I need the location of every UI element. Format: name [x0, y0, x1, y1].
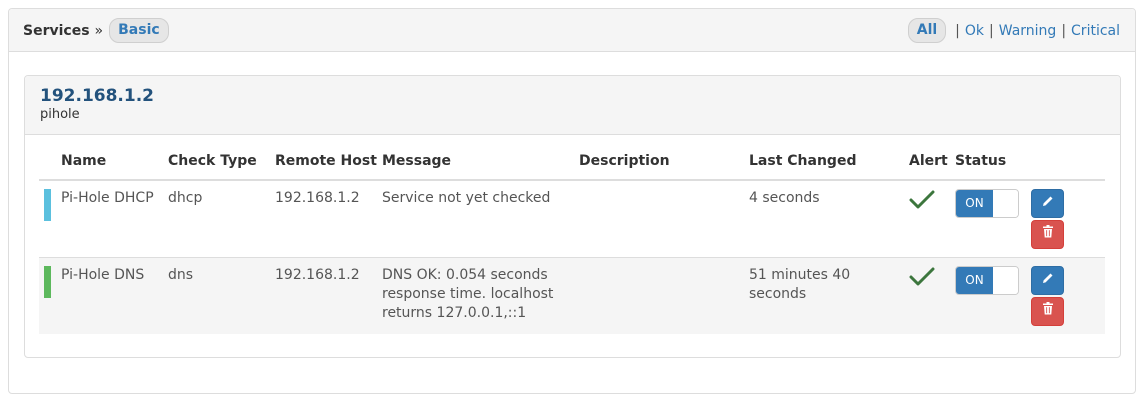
status-cell: ON: [955, 179, 1029, 258]
page-title: Services: [23, 22, 90, 39]
breadcrumb-separator: »: [94, 22, 104, 39]
col-status-bar: [39, 147, 61, 181]
filter-ok-link[interactable]: Ok: [965, 23, 984, 39]
pencil-icon: [1042, 194, 1054, 213]
toggle-off-area: [993, 267, 1018, 294]
status-bar-cell: [39, 257, 61, 334]
col-status[interactable]: Status: [955, 147, 1029, 181]
filter-critical-link[interactable]: Critical: [1071, 23, 1120, 39]
view-basic-pill[interactable]: Basic: [109, 18, 169, 43]
status-bar-ok: [44, 266, 51, 298]
host-header: 192.168.1.2 pihole: [25, 76, 1120, 135]
filter-separator: |: [1061, 22, 1067, 39]
delete-button[interactable]: [1031, 220, 1064, 249]
status-toggle[interactable]: ON: [955, 266, 1019, 295]
service-name: Pi-Hole DNS: [61, 257, 168, 334]
col-remote-host[interactable]: Remote Host: [275, 147, 382, 181]
services-panel: Services » Basic All | Ok | Warning | Cr…: [8, 8, 1136, 394]
table-row: Pi-Hole DHCP dhcp 192.168.1.2 Service no…: [39, 179, 1105, 258]
table-header-row: Name Check Type Remote Host Message Desc…: [39, 147, 1105, 181]
toggle-on-label: ON: [956, 267, 993, 294]
status-bar-info: [44, 189, 51, 221]
alert-cell: [909, 257, 955, 334]
check-icon: [909, 266, 935, 288]
toggle-on-label: ON: [956, 190, 993, 217]
description: [579, 257, 749, 334]
edit-button[interactable]: [1031, 189, 1064, 218]
check-icon: [909, 189, 935, 211]
toggle-off-area: [993, 190, 1018, 217]
col-name[interactable]: Name: [61, 147, 168, 181]
status-filters: All | Ok | Warning | Critical: [907, 18, 1120, 43]
services-table: Name Check Type Remote Host Message Desc…: [39, 147, 1105, 334]
status-cell: ON: [955, 257, 1029, 334]
remote-host: 192.168.1.2: [275, 179, 382, 258]
filter-all-button[interactable]: All: [907, 18, 947, 43]
status-toggle[interactable]: ON: [955, 189, 1019, 218]
message: Service not yet checked: [382, 179, 579, 258]
actions-cell: [1029, 257, 1105, 334]
service-name: Pi-Hole DHCP: [61, 179, 168, 258]
last-changed: 4 seconds: [749, 179, 909, 258]
filter-warning-link[interactable]: Warning: [999, 23, 1057, 39]
delete-button[interactable]: [1031, 297, 1064, 326]
filter-separator: |: [955, 22, 960, 39]
col-description[interactable]: Description: [579, 147, 749, 181]
col-alert[interactable]: Alert: [909, 147, 955, 181]
actions-cell: [1029, 179, 1105, 258]
services-panel-header: Services » Basic All | Ok | Warning | Cr…: [9, 9, 1135, 52]
status-bar-cell: [39, 179, 61, 258]
col-last-changed[interactable]: Last Changed: [749, 147, 909, 181]
table-row: Pi-Hole DNS dns 192.168.1.2 DNS OK: 0.05…: [39, 257, 1105, 334]
edit-button[interactable]: [1031, 266, 1064, 295]
remote-host: 192.168.1.2: [275, 257, 382, 334]
pencil-icon: [1042, 271, 1054, 290]
message: DNS OK: 0.054 seconds response time. loc…: [382, 257, 579, 334]
last-changed: 51 minutes 40 seconds: [749, 257, 909, 334]
filter-separator: |: [989, 22, 994, 39]
trash-icon: [1042, 302, 1054, 321]
description: [579, 179, 749, 258]
check-type: dhcp: [168, 179, 275, 258]
alert-cell: [909, 179, 955, 258]
breadcrumb: Services » Basic: [23, 18, 169, 43]
trash-icon: [1042, 225, 1054, 244]
col-message[interactable]: Message: [382, 147, 579, 181]
col-check-type[interactable]: Check Type: [168, 147, 275, 181]
host-name: pihole: [40, 107, 80, 122]
check-type: dns: [168, 257, 275, 334]
host-ip[interactable]: 192.168.1.2: [40, 87, 1120, 106]
col-actions: [1029, 147, 1105, 181]
